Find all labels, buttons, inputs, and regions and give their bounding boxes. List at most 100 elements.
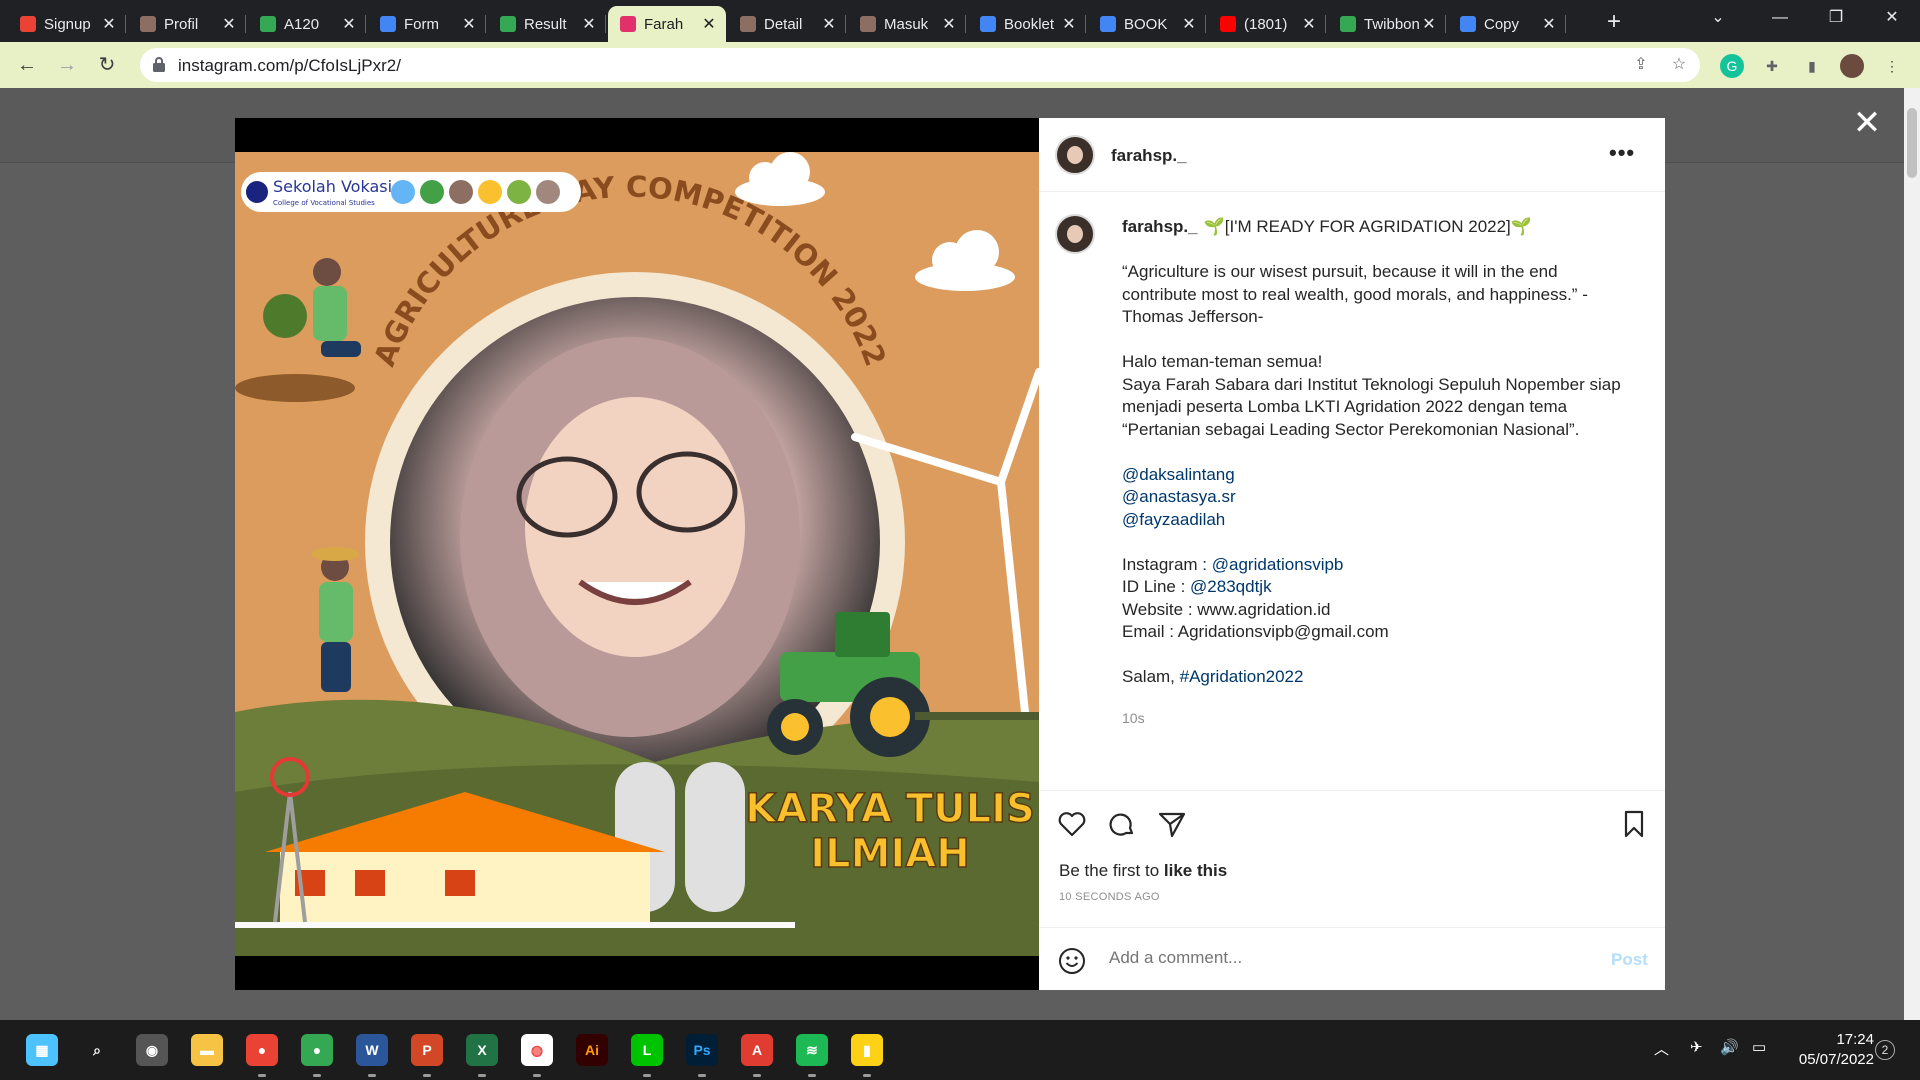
caption-line: farahsp._ 🌱[I'M READY FOR AGRIDATION 2022… [1122, 216, 1642, 239]
spotify-icon[interactable]: ≋ [796, 1034, 828, 1066]
mention-link[interactable]: @daksalintang [1122, 465, 1235, 484]
close-tab-icon[interactable]: ✕ [700, 14, 718, 34]
chrome-profile-icon[interactable]: ● [301, 1034, 333, 1066]
heart-icon[interactable] [1057, 809, 1087, 839]
caption-link[interactable]: @283qdtjk [1190, 577, 1272, 596]
word-icon[interactable]: W [356, 1034, 388, 1066]
post-comment-button[interactable]: Post [1611, 950, 1648, 970]
caption-link[interactable]: @agridationsvipb [1212, 555, 1344, 574]
lock-icon[interactable] [152, 56, 166, 72]
author-avatar[interactable] [1055, 135, 1095, 175]
caption-link[interactable]: #Agridation2022 [1180, 667, 1304, 686]
post-actions: Be the first to like this 10 SECONDS AGO… [1039, 790, 1665, 990]
volume-icon[interactable]: 🔊 [1720, 1038, 1739, 1056]
close-tab-icon[interactable]: ✕ [1060, 14, 1078, 34]
search-icon[interactable]: ⌕ [81, 1034, 113, 1066]
comment-icon[interactable] [1107, 809, 1137, 839]
chrome-icon[interactable]: ● [246, 1034, 278, 1066]
tab-4[interactable]: Result ✕ [488, 6, 606, 42]
tab-search-button[interactable]: ⌄ [1690, 0, 1746, 36]
battery-icon[interactable]: ▭ [1752, 1038, 1766, 1056]
tab-7[interactable]: Masuk ✕ [848, 6, 966, 42]
close-tab-icon[interactable]: ✕ [1540, 14, 1558, 34]
close-tab-icon[interactable]: ✕ [940, 14, 958, 34]
tab-11[interactable]: Twibbon ✕ [1328, 6, 1446, 42]
comment-input[interactable] [1109, 948, 1549, 968]
close-tab-icon[interactable]: ✕ [580, 14, 598, 34]
close-modal-icon[interactable]: ✕ [1852, 106, 1882, 140]
menu-kebab-icon[interactable]: ⋮ [1880, 54, 1904, 78]
close-tab-icon[interactable]: ✕ [220, 14, 238, 34]
tab-8[interactable]: Booklet ✕ [968, 6, 1086, 42]
file-explorer-icon[interactable]: ▬ [191, 1034, 223, 1066]
mention-link[interactable]: @fayzaadilah [1122, 510, 1225, 529]
post-side-panel: farahsp._ ••• farahsp._ 🌱[I'M READY FOR A… [1039, 118, 1665, 990]
tab-3[interactable]: Form ✕ [368, 6, 486, 42]
tab-2[interactable]: A120 ✕ [248, 6, 366, 42]
close-window-button[interactable]: ✕ [1864, 0, 1920, 36]
photoshop-icon[interactable]: Ps [686, 1034, 718, 1066]
mention-link[interactable]: @anastasya.sr [1122, 487, 1236, 506]
tab-label: (1801) [1244, 15, 1288, 33]
scrollbar-thumb[interactable] [1907, 108, 1917, 178]
share-send-icon[interactable] [1157, 809, 1187, 839]
author-username[interactable]: farahsp._ [1111, 146, 1187, 166]
windows-start-icon[interactable]: ▦ [26, 1034, 58, 1066]
powerpoint-icon[interactable]: P [411, 1034, 443, 1066]
restore-button[interactable]: ❐ [1808, 0, 1864, 36]
airplane-mode-icon[interactable]: ✈ [1690, 1038, 1703, 1056]
close-tab-icon[interactable]: ✕ [460, 14, 478, 34]
bookmark-star-icon[interactable]: ☆ [1668, 54, 1690, 76]
tab-5[interactable]: Farah ✕ [608, 6, 726, 42]
tab-label: Copy [1484, 15, 1520, 33]
more-options-icon[interactable]: ••• [1609, 140, 1635, 166]
close-tab-icon[interactable]: ✕ [1420, 14, 1438, 34]
grammarly-extension-icon[interactable]: G [1720, 54, 1744, 78]
tab-1[interactable]: Profil ✕ [128, 6, 246, 42]
close-tab-icon[interactable]: ✕ [100, 14, 118, 34]
tab-0[interactable]: Signup ✕ [8, 6, 126, 42]
illustrator-icon[interactable]: Ai [576, 1034, 608, 1066]
new-tab-button[interactable]: + [1600, 9, 1628, 37]
twibbon-artwork: AGRICULTURE DAY COMPETITION 2022 Sekolah… [235, 152, 1039, 956]
close-tab-icon[interactable]: ✕ [340, 14, 358, 34]
reload-button[interactable]: ↻ [92, 50, 122, 80]
tab-12[interactable]: Copy ✕ [1448, 6, 1566, 42]
share-icon[interactable]: ⇪ [1630, 54, 1652, 76]
caption-timestamp[interactable]: 10s [1122, 710, 1145, 726]
close-tab-icon[interactable]: ✕ [820, 14, 838, 34]
address-bar[interactable]: instagram.com/p/CfoIsLjPxr2/ ⇪ ☆ [140, 48, 1700, 82]
notification-badge[interactable]: 2 [1875, 1040, 1895, 1060]
tab-10[interactable]: (1801) ✕ [1208, 6, 1326, 42]
camera-icon[interactable]: ◉ [136, 1034, 168, 1066]
chevron-up-icon[interactable]: ︿ [1654, 1038, 1669, 1059]
caption-username[interactable]: farahsp._ [1122, 217, 1198, 236]
extensions-puzzle-icon[interactable]: ✚ [1760, 54, 1784, 78]
tab-6[interactable]: Detail ✕ [728, 6, 846, 42]
emoji-icon[interactable] [1057, 946, 1087, 976]
forward-button[interactable]: → [52, 50, 82, 80]
close-tab-icon[interactable]: ✕ [1180, 14, 1198, 34]
side-panel-icon[interactable]: ▮ [1800, 54, 1824, 78]
browser-icon[interactable]: ◍ [521, 1034, 553, 1066]
running-indicator [698, 1074, 706, 1077]
post-image[interactable]: AGRICULTURE DAY COMPETITION 2022 Sekolah… [235, 118, 1039, 990]
caption-avatar[interactable] [1055, 214, 1095, 254]
tab-9[interactable]: BOOK ✕ [1088, 6, 1206, 42]
sticky-notes-icon[interactable]: ▮ [851, 1034, 883, 1066]
caption-line: @fayzaadilah [1122, 509, 1642, 532]
post-age[interactable]: 10 SECONDS AGO [1059, 891, 1160, 903]
excel-icon[interactable]: X [466, 1034, 498, 1066]
page-scrollbar[interactable] [1904, 88, 1920, 1020]
profile-avatar[interactable] [1840, 54, 1864, 78]
close-tab-icon[interactable]: ✕ [1300, 14, 1318, 34]
save-bookmark-icon[interactable] [1619, 809, 1649, 839]
caption-line: “Pertanian sebagai Leading Sector Pereko… [1122, 419, 1642, 442]
line-icon[interactable]: L [631, 1034, 663, 1066]
acrobat-icon[interactable]: A [741, 1034, 773, 1066]
minimize-button[interactable]: — [1752, 0, 1808, 36]
back-button[interactable]: ← [12, 50, 42, 80]
caption-text: contribute most to real wealth, good mor… [1122, 284, 1588, 304]
system-clock[interactable]: 17:24 05/07/2022 [1784, 1030, 1874, 1070]
like-this-link[interactable]: like this [1164, 861, 1227, 880]
